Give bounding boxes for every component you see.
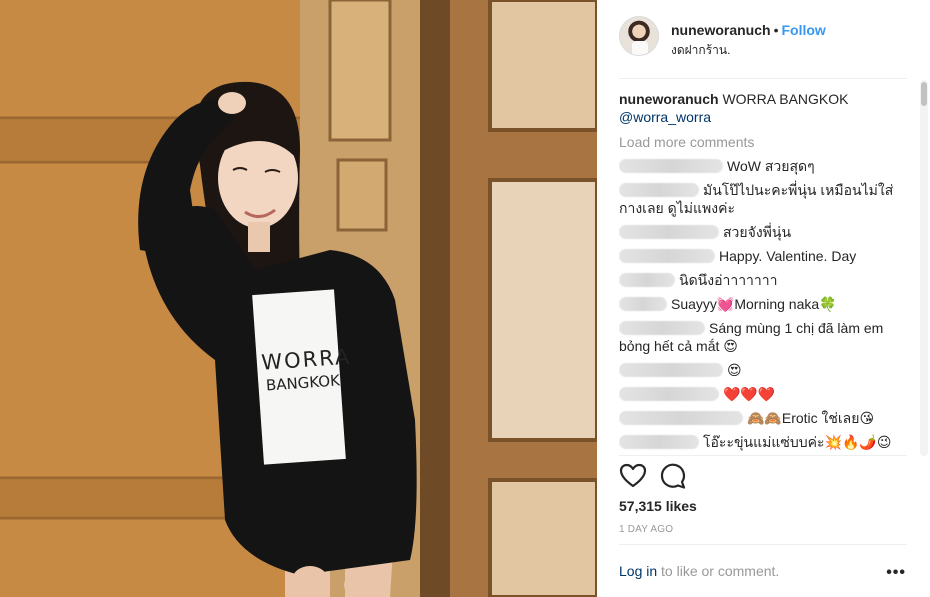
login-link[interactable]: Log in [619, 563, 657, 579]
footer-divider [619, 544, 907, 545]
location-link[interactable]: งดฝากร้าน. [671, 41, 730, 60]
comment-item: 🙈🙈Erotic ใช่เลย😘 [619, 409, 915, 427]
redacted-username [619, 387, 719, 401]
post-header: nuneworanuch • Follow งดฝากร้าน. [619, 16, 909, 78]
caption-text: WORRA BANGKOK [722, 91, 849, 107]
comment-text: ❤️❤️❤️ [723, 386, 776, 402]
redacted-username [619, 225, 719, 239]
comment-item: สวยจังพี่นุ่น [619, 223, 915, 241]
comment-text: WoW สวยสุดๆ [727, 158, 815, 174]
comment-item: 😍 [619, 361, 915, 379]
comment-bubble-icon[interactable] [659, 462, 687, 490]
comment-item: นิดนึงอ่าาาาาาา [619, 271, 915, 289]
header-user-line: nuneworanuch • Follow [671, 22, 826, 38]
post-caption: nuneworanuch WORRA BANGKOK @worra_worra [619, 90, 915, 126]
comment-item: ❤️❤️❤️ [619, 385, 915, 403]
comment-item: โอ๊ะะขุ่นแม่แซ่บบค่ะ💥🔥🌶️😉 [619, 433, 915, 451]
comment-item: Happy. Valentine. Day [619, 247, 915, 265]
comment-text: สวยจังพี่นุ่น [723, 224, 792, 240]
follow-button[interactable]: Follow [781, 22, 825, 38]
redacted-username [619, 411, 743, 425]
likes-count[interactable]: 57,315 likes [619, 498, 697, 514]
comment-item: WoW สวยสุดๆ [619, 157, 915, 175]
comments-scrollbar[interactable] [920, 80, 928, 456]
caption-mention[interactable]: @worra_worra [619, 109, 711, 125]
comment-text: โอ๊ะะขุ่นแม่แซ่บบค่ะ💥🔥🌶️😉 [703, 434, 892, 450]
comment-text: นิดนึงอ่าาาาาาา [679, 272, 778, 288]
post-timestamp[interactable]: 1 DAY AGO [619, 524, 673, 535]
header-username[interactable]: nuneworanuch [671, 22, 771, 38]
redacted-username [619, 297, 667, 311]
comment-text: Suayyy💓Morning naka🍀 [671, 296, 837, 312]
heart-icon[interactable] [619, 462, 647, 490]
redacted-username [619, 159, 723, 173]
login-prompt: Log in to like or comment. [619, 563, 779, 579]
redacted-username [619, 249, 715, 263]
comment-item: Suayyy💓Morning naka🍀 [619, 295, 915, 313]
header-divider [619, 78, 907, 79]
post-photo-illustration [0, 0, 597, 597]
redacted-username [619, 321, 705, 335]
comment-item: มันโป๊ไปนะคะพี่นุ่น เหมือนไม่ใส่กางเลย ด… [619, 181, 915, 217]
comment-text: 🙈🙈Erotic ใช่เลย😘 [747, 410, 875, 426]
comment-text: Happy. Valentine. Day [719, 248, 857, 264]
comments-divider [619, 455, 907, 456]
post-photo[interactable]: WORRA BANGKOK [0, 0, 597, 597]
ellipsis-icon[interactable]: ••• [886, 564, 906, 582]
redacted-username [619, 435, 699, 449]
comment-text: 😍 [727, 362, 742, 378]
comments-list: nuneworanuch WORRA BANGKOK @worra_worra … [619, 90, 915, 454]
comment-item: Sáng mùng 1 chị đã làm em bỏng hết cả mắ… [619, 319, 915, 355]
login-prompt-text: to like or comment. [657, 563, 780, 579]
caption-username[interactable]: nuneworanuch [619, 91, 719, 107]
avatar[interactable] [619, 16, 659, 56]
load-more-comments-button[interactable]: Load more comments [619, 133, 915, 151]
redacted-username [619, 183, 699, 197]
header-separator: • [773, 22, 779, 38]
shirt-print-text: WORRA BANGKOK [260, 344, 353, 395]
shirt-print-line1: WORRA [260, 344, 353, 375]
scrollbar-thumb[interactable] [921, 82, 927, 106]
redacted-username [619, 363, 723, 377]
redacted-username [619, 273, 675, 287]
post-side-panel: nuneworanuch • Follow งดฝากร้าน. nuneworan… [597, 0, 930, 597]
